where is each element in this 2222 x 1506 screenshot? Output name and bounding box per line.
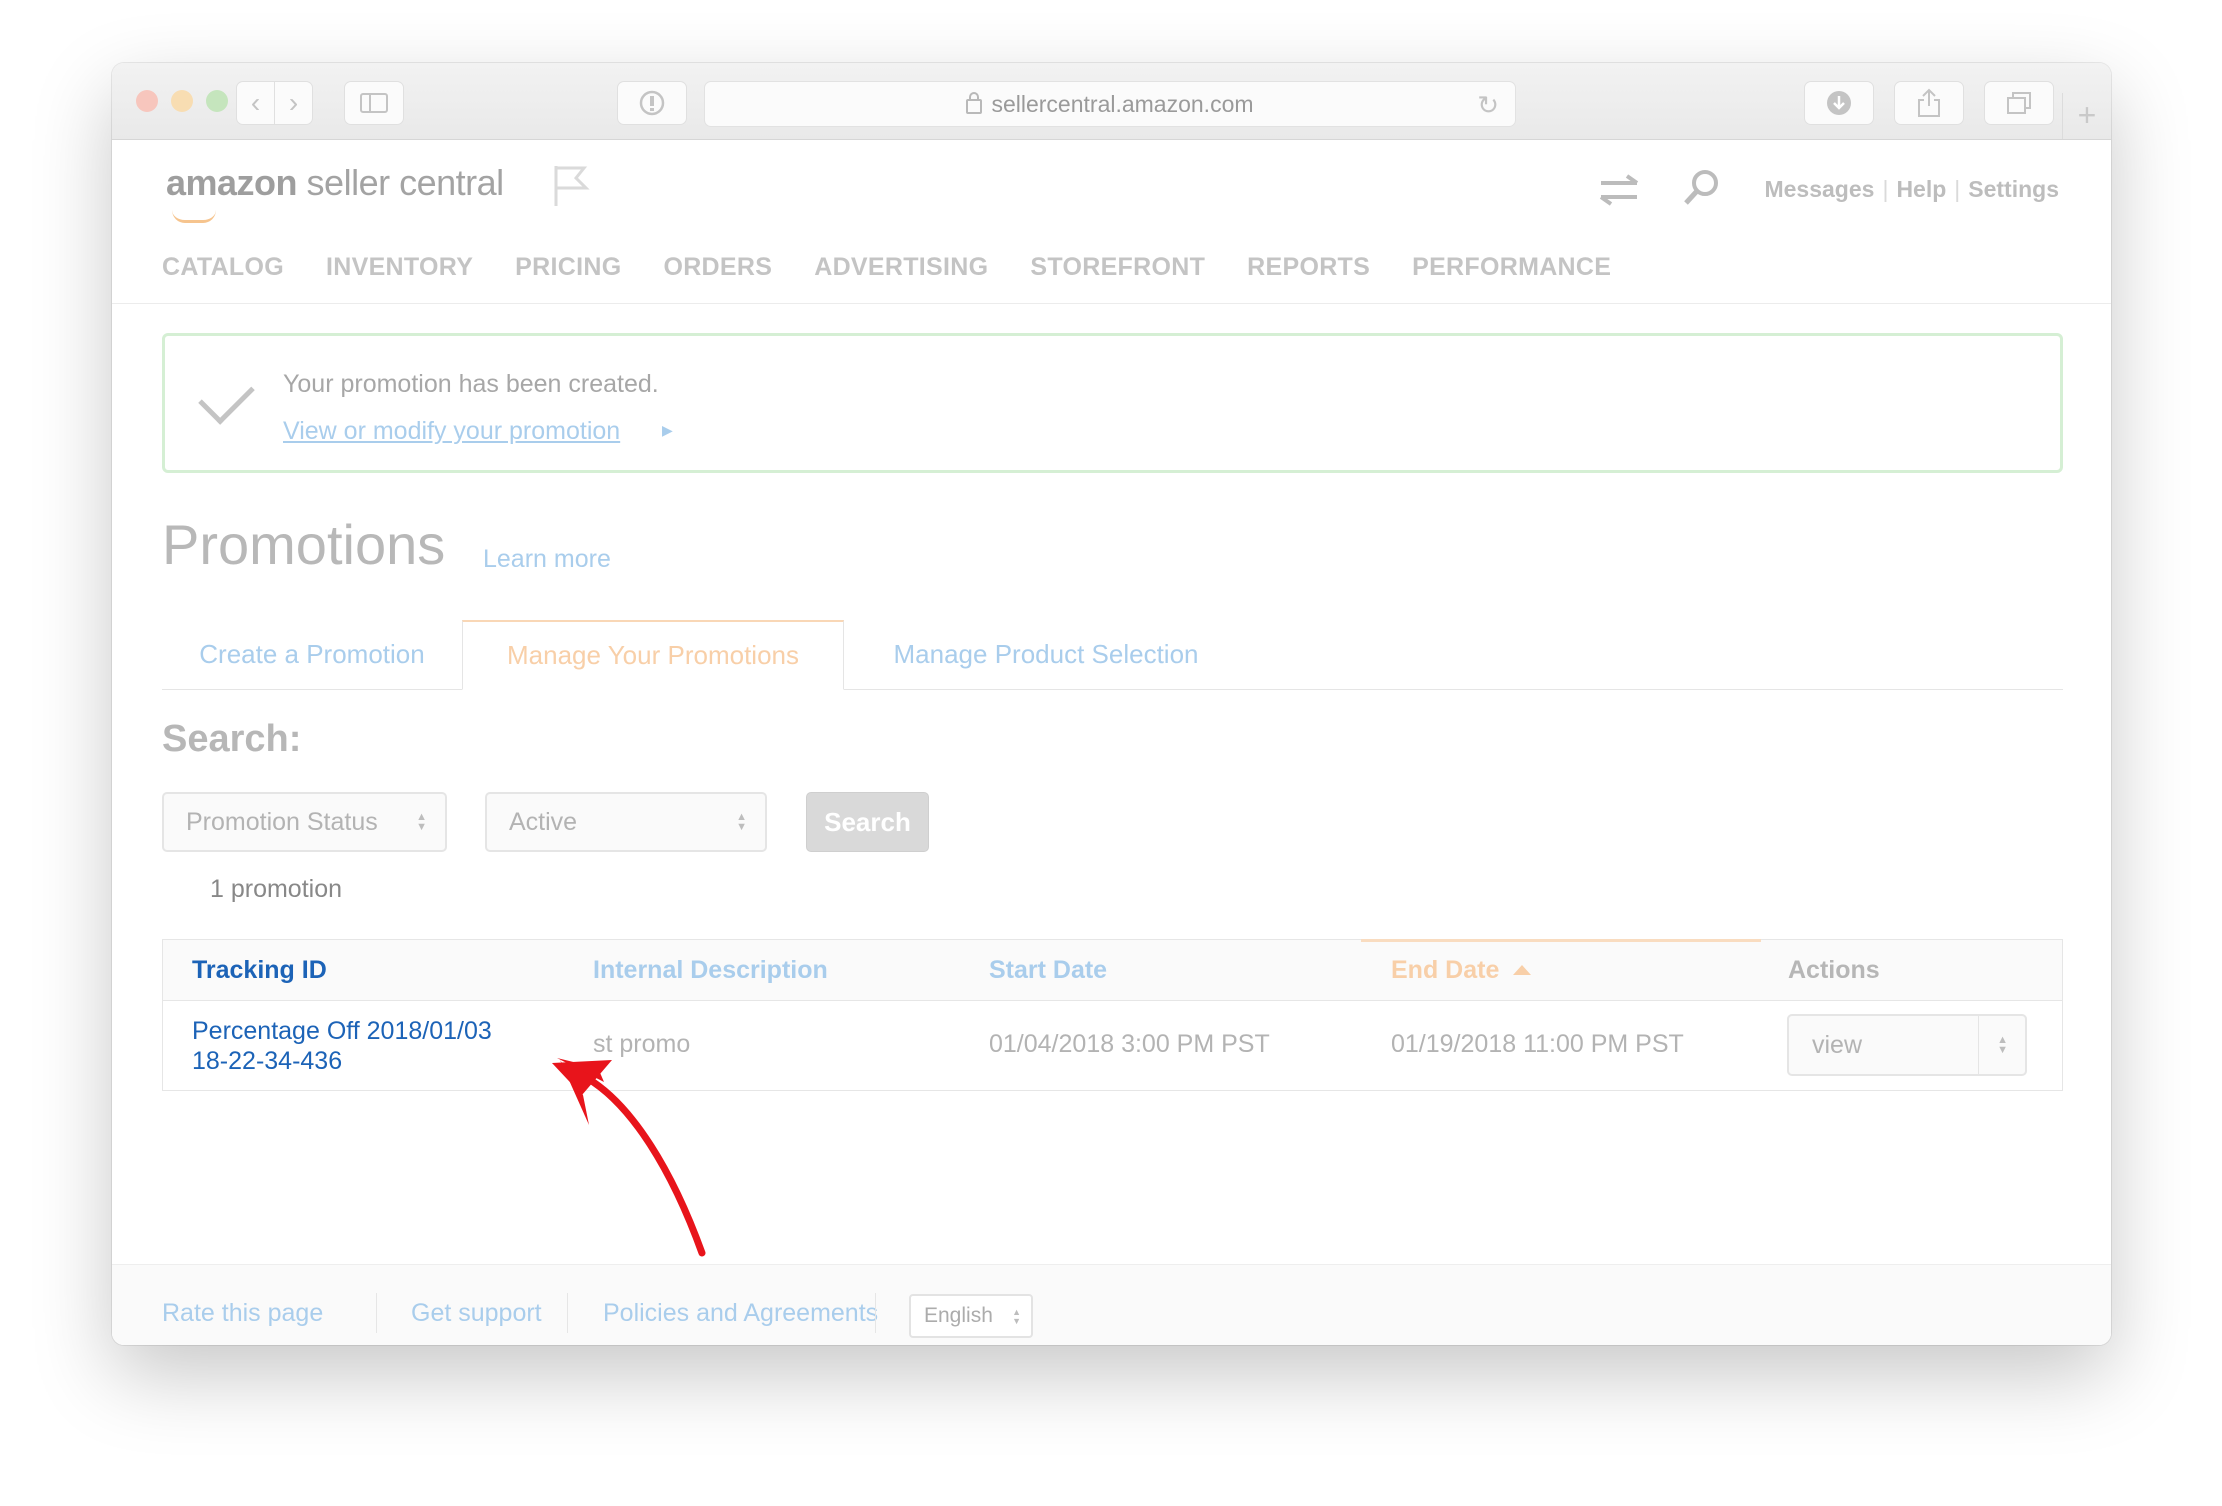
address-bar[interactable]: sellercentral.amazon.com ↻: [704, 81, 1516, 127]
get-support-link[interactable]: Get support: [411, 1299, 542, 1328]
messages-link[interactable]: Messages: [1764, 176, 1874, 202]
downloads-icon[interactable]: [1804, 81, 1874, 125]
select-divider: [1978, 1016, 1979, 1074]
search-button[interactable]: Search: [806, 792, 929, 852]
back-icon[interactable]: ‹: [236, 81, 275, 125]
page-title: Promotions: [162, 513, 446, 576]
help-link[interactable]: Help: [1896, 176, 1946, 202]
flag-icon[interactable]: [552, 164, 590, 213]
tabs-divider: [162, 689, 2063, 690]
nav-catalog[interactable]: CATALOG: [162, 253, 284, 282]
filter-value-select[interactable]: Active ▲ ▼: [485, 792, 767, 852]
amazon-seller-central-logo[interactable]: amazon seller central: [166, 162, 505, 223]
logo-smile-icon: [172, 210, 216, 223]
filter-value-text: Active: [509, 807, 578, 836]
tab-manage-promotions[interactable]: Manage Your Promotions: [462, 620, 844, 690]
sorted-column-indicator: [1361, 939, 1761, 942]
footer-separator: [376, 1293, 377, 1333]
settings-link[interactable]: Settings: [1968, 176, 2059, 202]
seller-central-page: amazon seller central Messages | Help | Sett…: [112, 140, 2111, 1345]
tracking-id-line1: Percentage Off 2018/01/03: [192, 1017, 492, 1045]
rate-page-link[interactable]: Rate this page: [162, 1299, 323, 1328]
internal-description-cell: st promo: [593, 1030, 691, 1058]
result-count: 1 promotion: [210, 875, 343, 903]
browser-window: ‹ › sellercentral.amazon.com ↻ + amazon …: [112, 63, 2111, 1345]
tracking-id-link[interactable]: Percentage Off 2018/01/03 18-22-34-436: [192, 1016, 492, 1076]
tab-create-promotion[interactable]: Create a Promotion: [162, 620, 462, 689]
nav-advertising[interactable]: ADVERTISING: [814, 253, 988, 282]
start-date-cell: 01/04/2018 3:00 PM PST: [989, 1030, 1270, 1058]
alert-message: Your promotion has been created.: [283, 370, 659, 398]
nav-divider: [112, 303, 2111, 304]
select-arrows-icon: ▲ ▼: [1997, 1034, 2008, 1056]
close-window-button[interactable]: [136, 90, 158, 112]
nav-reports[interactable]: REPORTS: [1247, 253, 1370, 282]
new-tab-button[interactable]: +: [2062, 93, 2111, 139]
forward-icon[interactable]: ›: [274, 81, 313, 125]
footer-separator: [567, 1293, 568, 1333]
column-actions: Actions: [1788, 956, 1880, 984]
share-icon[interactable]: [1894, 81, 1964, 125]
annotation-arrow-icon: [552, 1058, 706, 1257]
action-select[interactable]: view ▲ ▼: [1787, 1014, 2027, 1076]
tabs-overview-icon[interactable]: [1984, 81, 2054, 125]
privacy-report-icon[interactable]: [617, 81, 687, 125]
logo-suffix: seller central: [297, 162, 505, 203]
url-text: sellercentral.amazon.com: [991, 90, 1254, 117]
search-icon[interactable]: [1681, 168, 1721, 213]
footer: Rate this page Get support Policies and …: [112, 1264, 2111, 1345]
filter-field-select[interactable]: Promotion Status ▲ ▼: [162, 792, 447, 852]
nav-orders[interactable]: ORDERS: [663, 253, 772, 282]
reload-icon[interactable]: ↻: [1477, 90, 1499, 121]
column-tracking-id[interactable]: Tracking ID: [192, 956, 327, 985]
minimize-window-button[interactable]: [171, 90, 193, 112]
language-value: English: [924, 1304, 993, 1327]
zoom-window-button[interactable]: [206, 90, 228, 112]
policies-link[interactable]: Policies and Agreements: [603, 1299, 878, 1328]
logo-brand: amazon: [166, 162, 298, 203]
browser-toolbar: ‹ › sellercentral.amazon.com ↻ +: [112, 63, 2111, 140]
language-select[interactable]: English ▲ ▼: [909, 1294, 1033, 1338]
search-heading: Search:: [162, 718, 302, 760]
end-date-cell: 01/19/2018 11:00 PM PST: [1391, 1030, 1684, 1058]
select-arrows-icon: ▲ ▼: [736, 811, 747, 833]
nav-pricing[interactable]: PRICING: [515, 253, 621, 282]
select-arrows-icon: ▲ ▼: [416, 811, 427, 833]
nav-storefront[interactable]: STOREFRONT: [1030, 253, 1205, 282]
success-alert: Your promotion has been created. View or…: [162, 333, 2063, 473]
column-internal-description[interactable]: Internal Description: [593, 956, 828, 985]
nav-performance[interactable]: PERFORMANCE: [1412, 253, 1611, 282]
sort-ascending-icon: [1513, 965, 1532, 975]
filter-field-value: Promotion Status: [186, 807, 378, 836]
promotion-tabs: Create a Promotion Manage Your Promotion…: [162, 620, 2063, 690]
switch-accounts-icon[interactable]: [1597, 174, 1641, 211]
action-select-value: view: [1812, 1030, 1863, 1059]
table-header: Tracking ID Internal Description Start D…: [163, 939, 2062, 1001]
checkmark-icon: [198, 368, 255, 425]
tab-manage-product-selection[interactable]: Manage Product Selection: [844, 620, 1248, 689]
caret-right-icon: ▶: [662, 422, 673, 438]
tracking-id-line2: 18-22-34-436: [192, 1047, 343, 1075]
learn-more-link[interactable]: Learn more: [483, 545, 611, 574]
view-modify-promotion-link[interactable]: View or modify your promotion: [283, 417, 620, 446]
promotions-table: Tracking ID Internal Description Start D…: [162, 939, 2063, 1091]
column-start-date[interactable]: Start Date: [989, 956, 1107, 985]
footer-separator: [875, 1293, 876, 1333]
select-arrows-icon: ▲ ▼: [1012, 1307, 1021, 1326]
column-end-date[interactable]: End Date: [1391, 956, 1532, 985]
column-end-date-label: End Date: [1391, 956, 1500, 984]
sidebar-icon[interactable]: [344, 81, 404, 125]
header-links: Messages | Help | Settings: [1764, 176, 2059, 202]
nav-inventory[interactable]: INVENTORY: [326, 253, 473, 282]
main-nav: CATALOG INVENTORY PRICING ORDERS ADVERTI…: [162, 253, 1611, 282]
lock-icon: [966, 91, 983, 114]
